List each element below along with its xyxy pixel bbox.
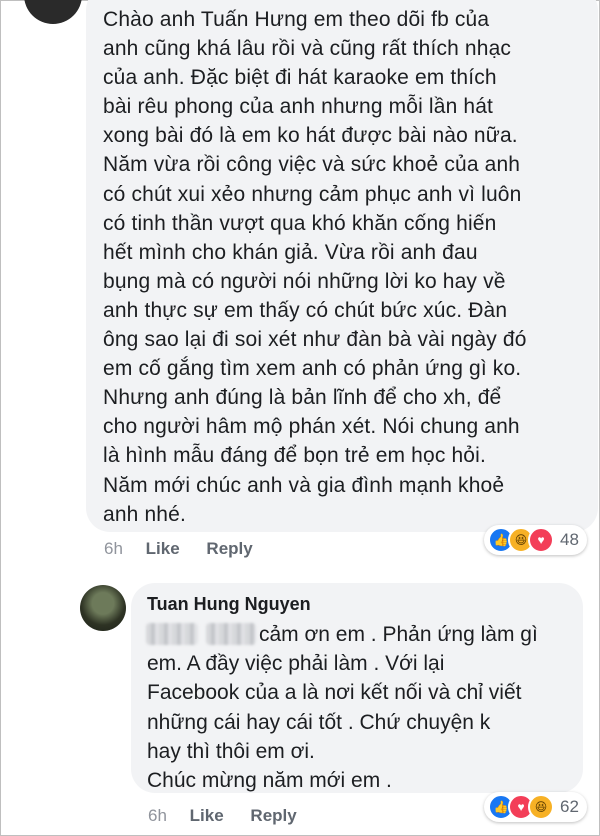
comment-line: có tinh thần vượt qua khó khăn cống hiến [103, 211, 497, 235]
comment-timestamp[interactable]: 6h [104, 539, 123, 558]
comment-line: Chào anh Tuấn Hưng em theo dõi fb của [103, 8, 490, 31]
comment-line: em cố gắng tìm xem anh có phản ứng gì ko… [103, 357, 522, 381]
comment-line: hết mình cho khán giả. Vừa rồi anh đau [103, 240, 478, 264]
comment-actions: 6h Like Reply [104, 539, 275, 559]
comment-line: Năm mới chúc anh và gia đình mạnh khoẻ [103, 473, 505, 497]
comment-text: Chào anh Tuấn Hưng em theo dõi fb của an… [103, 5, 573, 529]
comment-line: của anh. Đặc biệt đi hát karaoke em thíc… [103, 66, 497, 90]
reply-timestamp[interactable]: 6h [148, 806, 167, 825]
like-button[interactable]: Like [146, 539, 180, 558]
reply-button[interactable]: Reply [250, 806, 296, 825]
comment-line: là hình mẫu đáng để bọn trẻ em học hỏi. [103, 444, 486, 468]
reply-line: những cái hay cái tốt . Chứ chuyện k [147, 710, 491, 734]
reply-line: em. A đầy việc phải làm . Với lại [147, 652, 445, 676]
reactions-summary[interactable]: 👍 ♥ 😆 62 [484, 792, 587, 822]
comment-line: Nhưng anh đúng là bản lĩnh để cho xh, để [103, 386, 502, 410]
comment-line: Năm vừa rồi công việc và sức khoẻ của an… [103, 153, 521, 177]
comment-line: bài rêu phong của anh nhưng mỗi lần hát [103, 95, 494, 119]
comment-line: có chút xui xẻo nhưng cảm phục anh vì lu… [103, 182, 522, 206]
comment-line: bụng mà có người nói những lời ko hay về [103, 269, 506, 293]
reactions-summary[interactable]: 👍 😆 ♥ 48 [484, 525, 587, 555]
haha-icon: 😆 [528, 794, 554, 820]
like-button[interactable]: Like [190, 806, 224, 825]
comment-line: cho người hâm mộ phán xét. Nói chung anh [103, 415, 520, 439]
reaction-count: 62 [560, 797, 579, 816]
reply-author-name[interactable]: Tuan Hung Nguyen [147, 594, 311, 615]
reply-line: hay thì thôi em ơi. [147, 739, 315, 763]
reply-text: cảm ơn em . Phản ứng làm gì em. A đầy vi… [147, 620, 577, 795]
reply-author-avatar[interactable] [80, 585, 126, 631]
reply-line: cảm ơn em . Phản ứng làm gì [259, 623, 538, 646]
comment-line: anh cũng khá lâu rồi và cũng rất thích n… [103, 37, 512, 61]
reply-actions: 6h Like Reply [148, 806, 319, 826]
reply-line: Chúc mừng năm mới em . [147, 769, 392, 793]
comment-line: anh thực sự em thấy có chút bức xúc. Đàn [103, 298, 508, 322]
love-icon: ♥ [528, 527, 554, 553]
comment-line: xong bài đó là em ko hát được bài nào nữ… [103, 124, 518, 148]
comment-line: ông sao lại đi soi xét như đàn bà vài ng… [103, 328, 527, 352]
reaction-count: 48 [560, 530, 579, 549]
reply-line: Facebook của a là nơi kết nối và chỉ viế… [147, 681, 522, 705]
reply-button[interactable]: Reply [206, 539, 252, 558]
